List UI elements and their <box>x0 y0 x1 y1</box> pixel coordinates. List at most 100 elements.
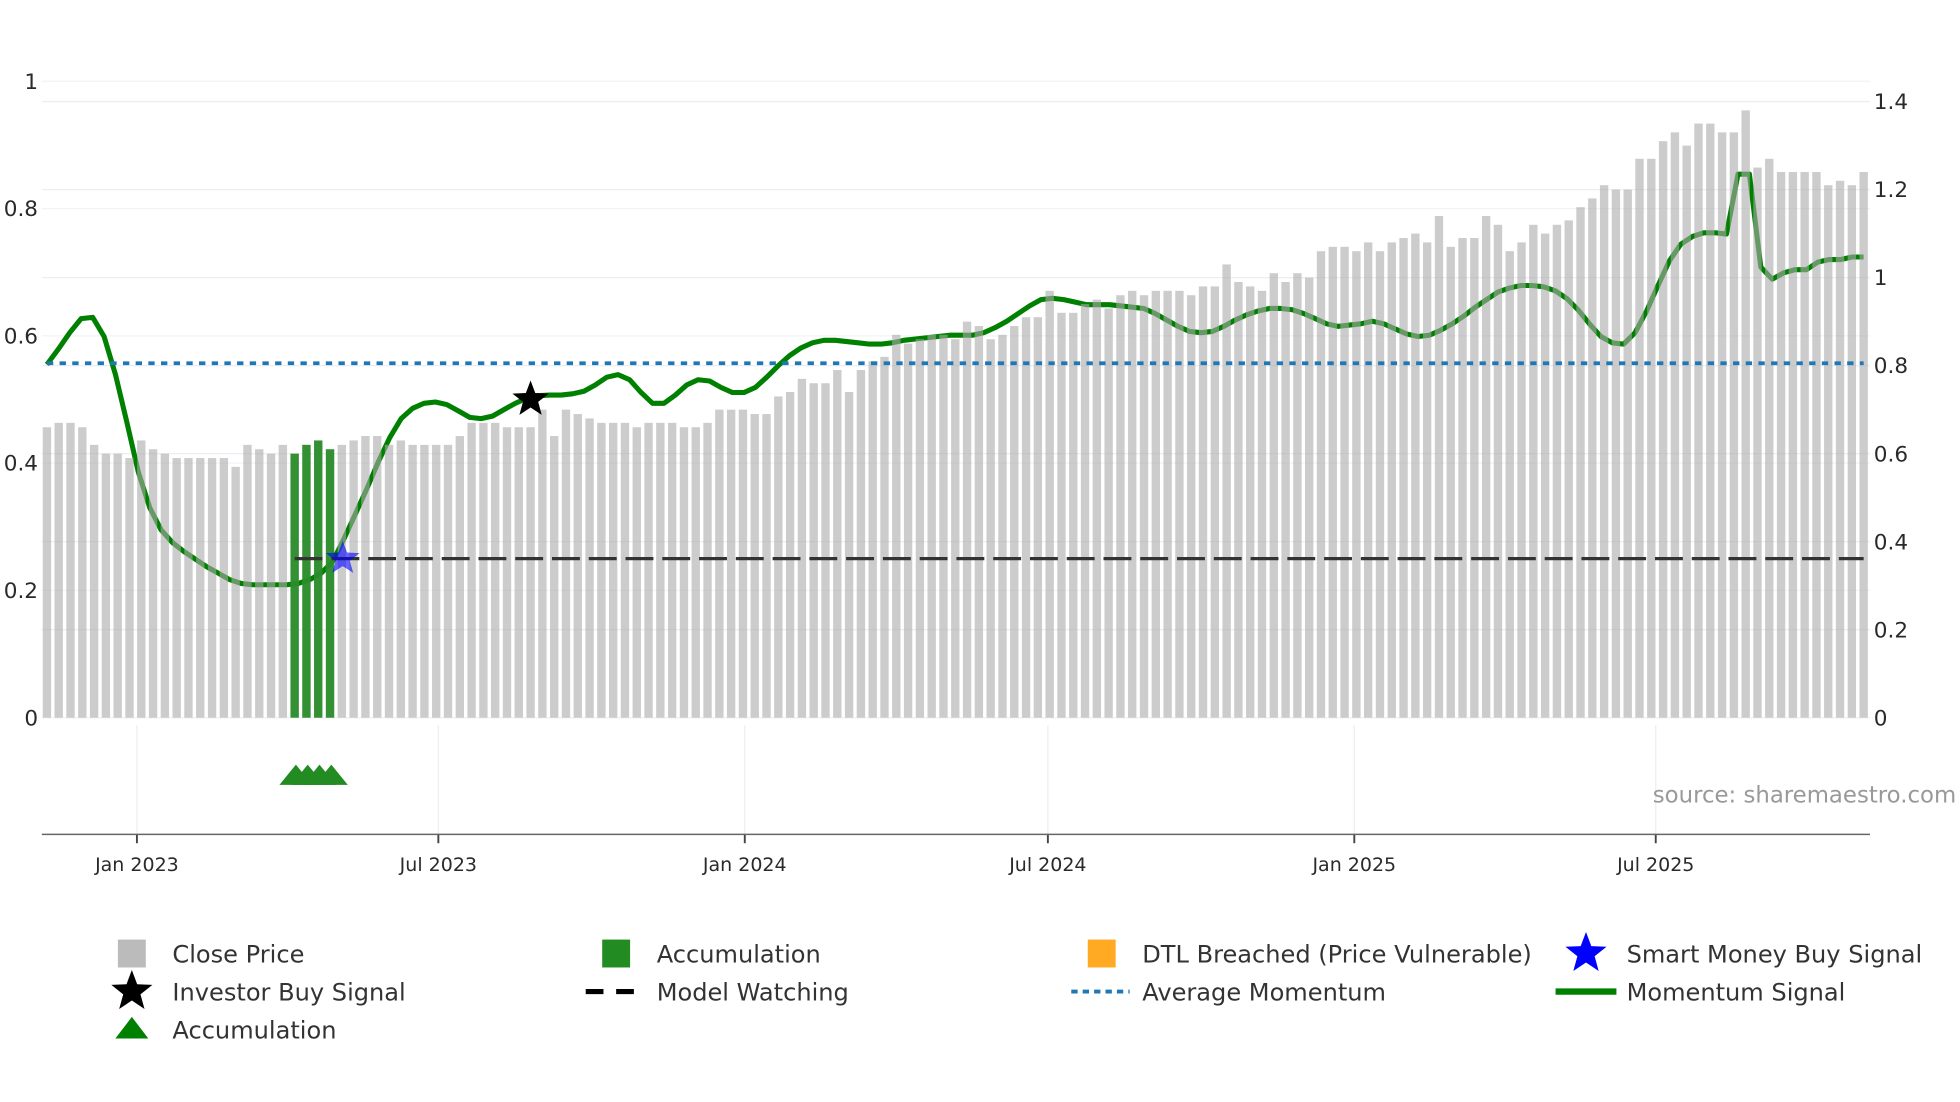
left-axis-tick-label: 0.2 <box>4 579 38 604</box>
close-price-bar <box>821 383 830 718</box>
close-price-bar <box>1328 246 1337 718</box>
close-price-bar <box>1021 317 1031 718</box>
close-price-bar <box>585 418 594 718</box>
close-price-bar <box>715 409 724 718</box>
close-price-bar <box>1635 158 1644 718</box>
close-price-bar <box>1128 290 1137 718</box>
legend-label: Close Price <box>172 940 304 968</box>
close-price-bar <box>1706 123 1715 718</box>
close-price-bar <box>101 453 111 718</box>
close-price-bar <box>373 436 382 718</box>
close-price-bar <box>1847 185 1857 718</box>
close-price-bar <box>349 440 358 718</box>
close-price-bar <box>1481 215 1491 718</box>
close-price-bar <box>1670 132 1680 718</box>
close-price-bar <box>1493 224 1503 718</box>
close-price-bar <box>656 422 665 718</box>
legend-label: Accumulation <box>657 940 821 968</box>
x-axis-tick-label: Jul 2025 <box>1616 854 1694 876</box>
close-price-bar <box>526 427 535 718</box>
legend-item: DTL Breached (Price Vulnerable) <box>1087 939 1532 968</box>
close-price-bar <box>1151 290 1161 718</box>
close-price-bar <box>868 361 877 718</box>
close-price-bar <box>207 458 217 718</box>
legend-item: Close Price <box>117 939 304 968</box>
close-price-bar <box>998 334 1007 718</box>
close-price-bar <box>880 356 889 718</box>
close-price-bar <box>1611 189 1621 718</box>
x-axis-tick-label: Jan 2024 <box>702 854 787 876</box>
close-price-bar <box>1529 224 1538 718</box>
close-price-bar <box>1422 242 1432 718</box>
close-price-bar <box>679 427 689 718</box>
close-price-bar <box>89 444 99 718</box>
legend-item: Model Watching <box>585 978 849 1006</box>
close-price-bar <box>1210 286 1219 718</box>
close-price-bar <box>231 466 240 718</box>
close-price-bar <box>361 436 370 718</box>
legend-item: Accumulation <box>602 939 821 968</box>
close-price-bar <box>1599 185 1609 718</box>
close-price-bar <box>1399 238 1408 718</box>
legend-label: Average Momentum <box>1142 978 1386 1006</box>
close-price-bar <box>549 436 559 718</box>
close-price-bar <box>597 422 606 718</box>
x-axis-tick-label: Jan 2025 <box>1311 854 1396 876</box>
close-price-bar <box>396 440 406 718</box>
close-price-bar <box>1658 141 1668 718</box>
right-axis-tick-label: 0 <box>1874 706 1888 731</box>
close-price-bar <box>1375 251 1385 718</box>
left-y-axis: 0 0.2 0.4 0.6 0.8 1 <box>4 70 38 731</box>
close-price-bar <box>137 440 146 718</box>
legend-item: Investor Buy Signal <box>111 970 406 1010</box>
close-price-bar <box>1387 242 1396 718</box>
accumulation-bar <box>325 449 335 718</box>
close-price-bar <box>632 427 641 718</box>
close-price-bar <box>491 422 500 718</box>
right-y-axis: 0 0.2 0.4 0.6 0.8 1 1.2 1.4 <box>1874 90 1908 731</box>
close-price-bar <box>1647 158 1656 718</box>
close-price-bar <box>1564 220 1573 718</box>
green-square-icon <box>602 939 631 968</box>
close-price-bar <box>726 409 736 718</box>
right-axis-tick-label: 1.4 <box>1874 90 1908 115</box>
close-price-bar <box>844 392 854 718</box>
left-axis-tick-label: 0.8 <box>4 197 38 222</box>
close-price-bar <box>785 392 795 718</box>
close-price-bar <box>1257 290 1267 718</box>
legend-item: Smart Money Buy Signal <box>1565 931 1923 972</box>
close-price-bar <box>1800 171 1809 718</box>
close-price-bar <box>1293 273 1302 718</box>
legend-label: Smart Money Buy Signal <box>1627 940 1923 968</box>
close-price-bar <box>160 453 170 718</box>
close-price-bar <box>42 427 52 718</box>
close-price-bar <box>561 409 571 718</box>
close-price-bar <box>608 422 618 718</box>
close-price-bar <box>939 334 948 718</box>
close-price-bar <box>951 339 960 718</box>
close-price-bar <box>1139 295 1149 718</box>
left-axis-tick-label: 0.6 <box>4 324 38 349</box>
close-price-bar <box>172 458 181 718</box>
close-price-bar <box>184 458 193 718</box>
left-axis-tick-label: 0 <box>24 706 38 731</box>
close-price-bar <box>809 383 818 718</box>
close-price-bar <box>432 444 441 718</box>
close-price-bar <box>337 444 347 718</box>
close-price-bar <box>750 414 759 718</box>
left-axis-tick-label: 1 <box>24 70 38 95</box>
close-price-bar <box>1352 251 1361 718</box>
right-axis-tick-label: 0.4 <box>1874 530 1908 555</box>
close-price-bar <box>219 458 229 718</box>
close-price-bar <box>1694 123 1703 718</box>
close-price-bar <box>1411 233 1420 718</box>
accumulation-bar <box>302 444 311 718</box>
gray-square-icon <box>117 939 146 968</box>
close-price-bar <box>467 422 476 718</box>
close-price-bar <box>278 444 288 718</box>
close-price-bar <box>1588 198 1597 718</box>
right-axis-tick-label: 1.2 <box>1874 178 1908 203</box>
close-price-bar <box>148 449 158 718</box>
legend-item: Accumulation <box>115 1016 336 1044</box>
close-price-bar <box>1517 242 1526 718</box>
